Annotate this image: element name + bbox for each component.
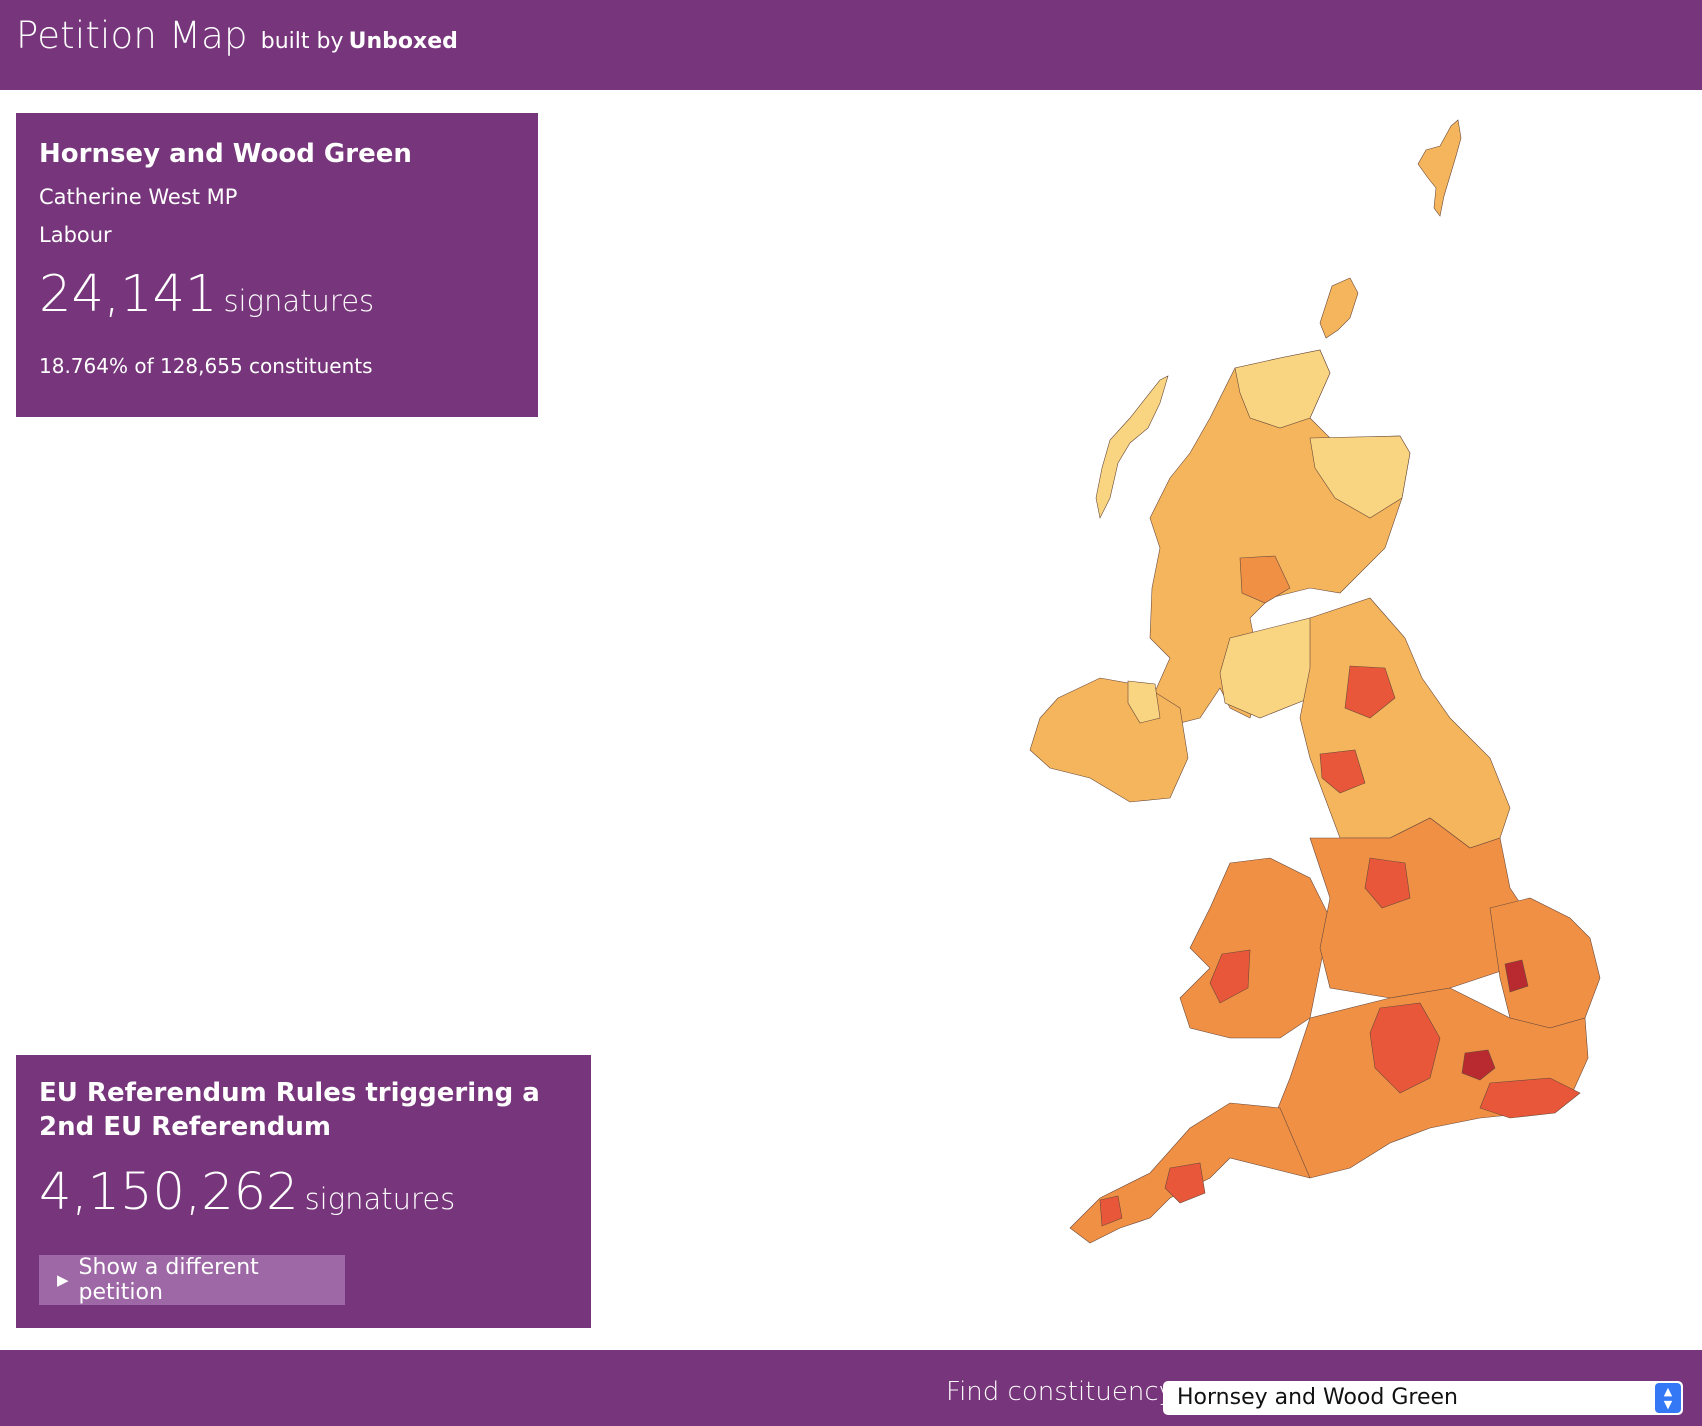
constituency-name: Hornsey and Wood Green	[39, 139, 412, 169]
app-title: Petition Map	[16, 14, 248, 57]
petition-signatures-value: 4,150,262	[39, 1162, 299, 1222]
constituency-select-value: Hornsey and Wood Green	[1177, 1385, 1458, 1410]
find-constituency-label: Find constituency	[946, 1377, 1175, 1407]
constituency-select[interactable]: Hornsey and Wood Green ▲ ▼	[1163, 1381, 1683, 1415]
built-by-text: built by	[260, 29, 344, 54]
show-different-petition-label: Show a different petition	[78, 1255, 259, 1305]
uk-map-svg[interactable]	[1010, 118, 1690, 1338]
shetland-region[interactable]	[1417, 119, 1462, 217]
western-isles-region[interactable]	[1095, 375, 1169, 519]
constituency-info-panel: Hornsey and Wood Green Catherine West MP…	[16, 113, 538, 417]
brand: Petition Map built by Unboxed	[16, 14, 458, 57]
constituency-signatures-unit: signatures	[223, 284, 375, 319]
petition-panel: EU Referendum Rules triggering a 2nd EU …	[16, 1055, 591, 1328]
constituency-signatures-value: 24,141	[39, 265, 218, 325]
scotland-north-highlands[interactable]	[1234, 349, 1331, 429]
northern-england-region[interactable]	[1299, 597, 1511, 849]
play-triangle-icon: ▶	[57, 1271, 69, 1289]
petition-signature-count: 4,150,262 signatures	[39, 1163, 568, 1222]
company-link[interactable]: Unboxed	[349, 29, 458, 54]
orkney-region[interactable]	[1319, 277, 1359, 339]
bottom-bar: Find constituency Hornsey and Wood Green…	[0, 1350, 1702, 1426]
party-name: Labour	[39, 223, 112, 248]
chevron-up-down-icon: ▲ ▼	[1655, 1383, 1681, 1413]
constituency-signature-count: 24,141 signatures	[39, 265, 515, 324]
constituent-share: 18.764% of 128,655 constituents	[39, 354, 373, 379]
show-different-petition-button[interactable]: ▶ Show a different petition	[39, 1255, 345, 1305]
petition-title: EU Referendum Rules triggering a 2nd EU …	[39, 1078, 540, 1142]
mp-name: Catherine West MP	[39, 185, 238, 210]
wales-region[interactable]	[1179, 857, 1331, 1039]
top-bar: Petition Map built by Unboxed	[0, 0, 1702, 90]
petition-signatures-unit: signatures	[304, 1181, 456, 1216]
constituency-map[interactable]	[1010, 118, 1690, 1338]
east-anglia-region[interactable]	[1489, 897, 1601, 1029]
